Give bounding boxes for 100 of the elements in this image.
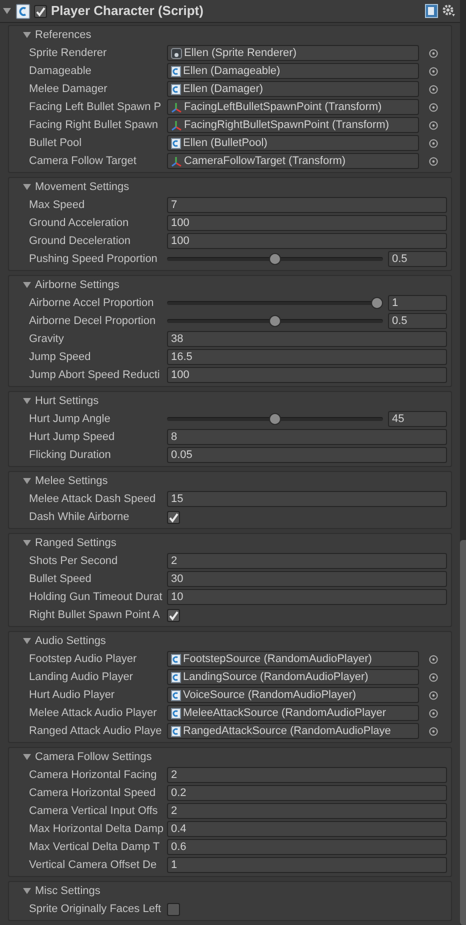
number-field[interactable]: 38 (167, 331, 447, 347)
section-title[interactable]: Misc Settings (35, 882, 100, 900)
section-title[interactable]: References (35, 26, 92, 44)
check-icon (168, 610, 179, 620)
checkbox[interactable] (167, 510, 180, 524)
field-label: Max Vertical Delta Damp T (28, 840, 161, 855)
slider-thumb[interactable] (269, 413, 281, 425)
field-label: Landing Audio Player (28, 670, 134, 685)
field-label: Jump Abort Speed Reducti (28, 368, 161, 383)
checkbox[interactable] (34, 4, 47, 18)
slider-thumb[interactable] (269, 253, 281, 265)
checkbox[interactable] (167, 902, 180, 916)
scrollbar[interactable] (460, 0, 466, 925)
number-field[interactable]: 2 (167, 803, 447, 819)
object-field[interactable]: Ellen (Damageable) (167, 63, 419, 79)
scrollbar-thumb[interactable] (460, 540, 466, 925)
slider-track[interactable] (167, 315, 383, 327)
slider-track[interactable] (167, 297, 383, 309)
object-field[interactable]: RangedAttackSource (RandomAudioPlaye (167, 723, 419, 739)
number-field[interactable]: 100 (167, 215, 447, 231)
object-field[interactable]: Ellen (Sprite Renderer) (167, 45, 419, 61)
object-field[interactable]: VoiceSource (RandomAudioPlayer) (167, 687, 419, 703)
field-label: Right Bullet Spawn Point A (28, 608, 161, 623)
field-label: Facing Left Bullet Spawn P (28, 100, 162, 115)
script-icon (171, 690, 181, 700)
slider-track[interactable] (167, 253, 383, 265)
script-icon (171, 708, 181, 718)
field-label: Gravity (28, 332, 65, 347)
number-field[interactable]: 0.5 (388, 313, 447, 329)
number-field[interactable]: 8 (167, 429, 447, 445)
field-label: Sprite Renderer (28, 46, 108, 61)
field-label: Airborne Decel Proportion (28, 314, 157, 329)
script-icon (16, 4, 30, 18)
script-icon (171, 84, 181, 94)
number-field[interactable]: 16.5 (167, 349, 447, 365)
section-title[interactable]: Camera Follow Settings (35, 748, 152, 766)
fold-arrow-icon[interactable] (22, 636, 32, 646)
field-label: Airborne Accel Proportion (28, 296, 155, 311)
fold-arrow-icon[interactable] (22, 182, 32, 192)
fold-arrow-icon[interactable] (22, 476, 32, 486)
fold-arrow-icon[interactable] (22, 30, 32, 40)
fold-arrow-icon[interactable] (22, 752, 32, 762)
axes-icon (171, 120, 182, 130)
number-field[interactable]: 45 (388, 411, 447, 427)
section-title[interactable]: Ranged Settings (35, 534, 116, 552)
axes-icon (171, 156, 182, 166)
number-field[interactable]: 15 (167, 491, 447, 507)
field-label: Flicking Duration (28, 448, 112, 463)
checkbox[interactable] (167, 608, 180, 622)
fold-arrow-icon[interactable] (22, 280, 32, 290)
slider-thumb[interactable] (371, 297, 383, 309)
number-field[interactable]: 100 (167, 367, 447, 383)
settings-icon[interactable] (442, 4, 456, 18)
number-field[interactable]: 30 (167, 571, 447, 587)
field-label: Camera Vertical Input Offs (28, 804, 159, 819)
object-field[interactable]: MeleeAttackSource (RandomAudioPlayer (167, 705, 419, 721)
section-title[interactable]: Airborne Settings (35, 276, 120, 294)
fold-arrow-icon[interactable] (22, 538, 32, 548)
object-field[interactable]: FootstepSource (RandomAudioPlayer) (167, 651, 419, 667)
section-title[interactable]: Audio Settings (35, 632, 106, 650)
check-icon (168, 512, 179, 522)
number-field[interactable]: 10 (167, 589, 447, 605)
object-field[interactable]: Ellen (Damager) (167, 81, 419, 97)
field-label: Hurt Audio Player (28, 688, 116, 703)
number-field[interactable]: 0.5 (388, 251, 447, 267)
field-label: Camera Follow Target (28, 154, 138, 169)
slider-track[interactable] (167, 413, 383, 425)
number-field[interactable]: 2 (167, 553, 447, 569)
field-label: Camera Horizontal Facing (28, 768, 158, 783)
field-label: Melee Attack Dash Speed (28, 492, 157, 507)
field-label: Pushing Speed Proportion (28, 252, 158, 267)
number-field[interactable]: 0.6 (167, 839, 447, 855)
sprite-icon (171, 48, 182, 58)
script-icon (171, 66, 181, 76)
number-field[interactable]: 1 (167, 857, 447, 873)
number-field[interactable]: 100 (167, 233, 447, 249)
number-field[interactable]: 0.2 (167, 785, 447, 801)
field-label: Footstep Audio Player (28, 652, 138, 667)
object-field[interactable]: CameraFollowTarget (Transform) (167, 153, 419, 169)
field-label: Hurt Jump Speed (28, 430, 116, 445)
object-field[interactable]: LandingSource (RandomAudioPlayer) (167, 669, 419, 685)
object-field[interactable]: FacingRightBulletSpawnPoint (Transform) (167, 117, 419, 133)
fold-arrow-icon[interactable] (2, 6, 12, 16)
section-title[interactable]: Movement Settings (35, 178, 130, 196)
field-label: Sprite Originally Faces Left (28, 902, 162, 917)
object-field[interactable]: Ellen (BulletPool) (167, 135, 419, 151)
field-label: Max Speed (28, 198, 86, 213)
field-label: Vertical Camera Offset De (28, 858, 158, 873)
number-field[interactable]: 1 (388, 295, 447, 311)
fold-arrow-icon[interactable] (22, 886, 32, 896)
object-field[interactable]: FacingLeftBulletSpawnPoint (Transform) (167, 99, 419, 115)
number-field[interactable]: 0.4 (167, 821, 447, 837)
section-title[interactable]: Melee Settings (35, 472, 108, 490)
slider-thumb[interactable] (269, 315, 281, 327)
number-field[interactable]: 0.05 (167, 447, 447, 463)
section-title[interactable]: Hurt Settings (35, 392, 99, 410)
number-field[interactable]: 2 (167, 767, 447, 783)
fold-arrow-icon[interactable] (22, 396, 32, 406)
help-book-icon[interactable] (425, 4, 438, 18)
number-field[interactable]: 7 (167, 197, 447, 213)
